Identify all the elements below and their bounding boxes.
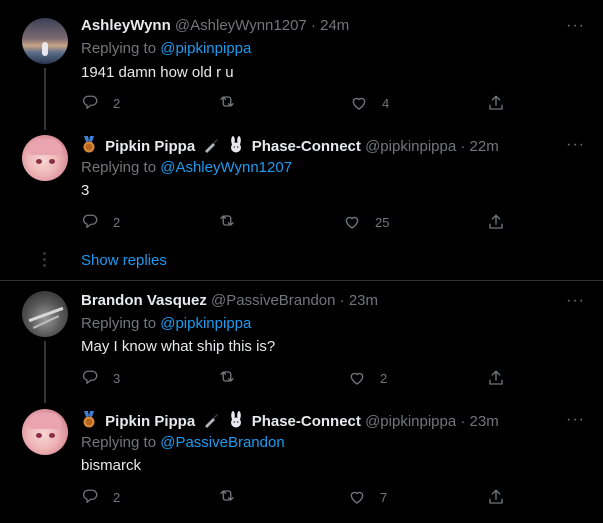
author-name[interactable]: Pipkin Pippa xyxy=(105,138,195,155)
more-icon[interactable]: ··· xyxy=(566,292,585,310)
tweet-header: Pipkin Pippa Phase-Connect @pipkinpippa … xyxy=(81,136,499,157)
tweet-text: bismarck xyxy=(81,457,142,474)
share-icon xyxy=(489,370,503,385)
medal-icon xyxy=(81,136,97,157)
reply-icon xyxy=(82,214,98,228)
mention-link[interactable]: @pipkinpippa xyxy=(160,315,251,332)
replying-to: Replying to @pipkinpippa xyxy=(81,315,251,332)
reply-count: 2 xyxy=(113,214,121,230)
tweet[interactable]: Brandon Vasquez @PassiveBrandon · 23m ··… xyxy=(0,281,603,403)
like-icon xyxy=(345,216,359,229)
share-icon xyxy=(489,214,503,229)
like-icon xyxy=(350,372,364,385)
mention-link[interactable]: @pipkinpippa xyxy=(160,40,251,57)
reply-count: 2 xyxy=(113,95,121,111)
author-handle[interactable]: @PassiveBrandon xyxy=(211,292,335,309)
retweet-button[interactable] xyxy=(218,212,236,232)
author-name-suffix[interactable]: Phase-Connect xyxy=(252,413,361,430)
author-handle[interactable]: @AshleyWynn1207 xyxy=(175,17,307,34)
like-icon xyxy=(352,97,366,110)
like-button[interactable]: 25 xyxy=(343,212,389,232)
replying-to-prefix: Replying to xyxy=(81,315,161,332)
thread-line xyxy=(44,68,46,130)
author-name[interactable]: AshleyWynn xyxy=(81,17,171,34)
like-count: 25 xyxy=(375,214,390,230)
like-count: 7 xyxy=(380,489,388,505)
show-replies-link[interactable]: Show replies xyxy=(81,252,167,269)
retweet-icon xyxy=(220,490,234,501)
share-icon xyxy=(489,95,503,110)
retweet-icon xyxy=(220,96,234,107)
knife-icon xyxy=(203,412,219,432)
retweet-icon xyxy=(220,215,234,226)
author-handle[interactable]: @pipkinpippa xyxy=(365,138,456,155)
reply-count: 2 xyxy=(113,489,121,505)
timestamp[interactable]: · 24m xyxy=(311,17,349,34)
retweet-icon xyxy=(220,371,234,382)
like-button[interactable]: 4 xyxy=(350,93,389,113)
avatar[interactable] xyxy=(22,18,68,64)
retweet-button[interactable] xyxy=(218,93,236,113)
tweet[interactable]: AshleyWynn @AshleyWynn1207 · 24m ··· Rep… xyxy=(0,0,603,130)
reply-icon xyxy=(82,95,98,109)
reply-button[interactable]: 3 xyxy=(81,368,120,388)
tweet-header: Brandon Vasquez @PassiveBrandon · 23m xyxy=(81,292,378,309)
like-icon xyxy=(350,491,364,504)
tweet-text: 3 xyxy=(81,182,90,199)
rabbit-icon xyxy=(228,136,244,157)
knife-icon xyxy=(203,137,219,157)
share-button[interactable] xyxy=(487,368,505,388)
replying-to: Replying to @AshleyWynn1207 xyxy=(81,159,292,176)
like-button[interactable]: 2 xyxy=(348,368,387,388)
retweet-button[interactable] xyxy=(218,487,236,507)
reply-button[interactable]: 2 xyxy=(81,212,120,232)
author-handle[interactable]: @pipkinpippa xyxy=(365,413,456,430)
avatar[interactable] xyxy=(22,409,68,455)
author-name[interactable]: Pipkin Pippa xyxy=(105,413,195,430)
replying-to: Replying to @pipkinpippa xyxy=(81,40,251,57)
like-count: 2 xyxy=(380,370,388,386)
medal-icon xyxy=(81,411,97,432)
like-button[interactable]: 7 xyxy=(348,487,387,507)
tweet-text: May I know what ship this is? xyxy=(81,338,276,355)
retweet-button[interactable] xyxy=(218,368,236,388)
timestamp[interactable]: · 23m xyxy=(460,413,498,430)
more-icon[interactable]: ··· xyxy=(566,136,585,154)
share-button[interactable] xyxy=(487,93,505,113)
avatar[interactable] xyxy=(22,291,68,337)
tweet-header: Pipkin Pippa Phase-Connect @pipkinpippa … xyxy=(81,411,499,432)
author-name[interactable]: Brandon Vasquez xyxy=(81,292,207,309)
replying-to: Replying to @PassiveBrandon xyxy=(81,434,285,451)
timestamp[interactable]: · 23m xyxy=(340,292,378,309)
reply-button[interactable]: 2 xyxy=(81,487,120,507)
thread-dots xyxy=(43,252,46,270)
avatar[interactable] xyxy=(22,135,68,181)
tweet-header: AshleyWynn @AshleyWynn1207 · 24m xyxy=(81,17,349,34)
tweet-text: 1941 damn how old r u xyxy=(81,64,234,81)
rabbit-icon xyxy=(228,411,244,432)
thread-line xyxy=(44,341,46,403)
tweet[interactable]: Pipkin Pippa Phase-Connect @pipkinpippa … xyxy=(0,125,603,245)
more-icon[interactable]: ··· xyxy=(566,411,585,429)
replying-to-prefix: Replying to xyxy=(81,159,161,176)
like-count: 4 xyxy=(382,95,390,111)
more-icon[interactable]: ··· xyxy=(566,17,585,35)
share-button[interactable] xyxy=(487,212,505,232)
tweet[interactable]: Pipkin Pippa Phase-Connect @pipkinpippa … xyxy=(0,403,603,523)
reply-icon xyxy=(82,489,98,503)
share-icon xyxy=(489,489,503,504)
replying-to-prefix: Replying to xyxy=(81,40,161,57)
mention-link[interactable]: @PassiveBrandon xyxy=(160,434,284,451)
share-button[interactable] xyxy=(487,487,505,507)
reply-count: 3 xyxy=(113,370,121,386)
replying-to-prefix: Replying to xyxy=(81,434,161,451)
mention-link[interactable]: @AshleyWynn1207 xyxy=(160,159,292,176)
author-name-suffix[interactable]: Phase-Connect xyxy=(252,138,361,155)
timestamp[interactable]: · 22m xyxy=(460,138,498,155)
reply-icon xyxy=(82,370,98,384)
reply-button[interactable]: 2 xyxy=(81,93,120,113)
